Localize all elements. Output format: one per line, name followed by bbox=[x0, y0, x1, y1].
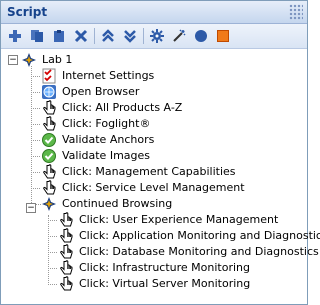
tree-item-label: Open Browser bbox=[62, 85, 140, 98]
panel-titlebar: Script bbox=[1, 1, 307, 24]
tree-item-label: Click: Application Monitoring and Diagno… bbox=[79, 229, 320, 242]
magic-wand-icon[interactable] bbox=[171, 28, 187, 44]
panel-title: Script bbox=[7, 5, 48, 19]
tree-item-label: Validate Anchors bbox=[62, 133, 155, 146]
tree-item[interactable]: Validate Images bbox=[41, 148, 151, 164]
tree-root-label: Lab 1 bbox=[42, 53, 73, 66]
hand-pointer-icon bbox=[60, 228, 73, 243]
validate-icon bbox=[42, 149, 56, 163]
stop-icon[interactable] bbox=[215, 28, 231, 44]
root-collapse-toggle[interactable]: − bbox=[8, 55, 18, 65]
checklist-icon bbox=[42, 68, 56, 84]
tree-root-lab[interactable]: Lab 1 bbox=[21, 52, 73, 68]
tree-item-label: Click: Foglight® bbox=[62, 117, 151, 130]
tree-item-label: Click: Infrastructure Monitoring bbox=[79, 261, 251, 274]
grip-icon[interactable] bbox=[289, 4, 303, 20]
delete-icon[interactable] bbox=[73, 28, 89, 44]
tree-item[interactable]: Open Browser bbox=[41, 84, 140, 100]
tree-item-label: Click: All Products A-Z bbox=[62, 101, 183, 114]
move-up-icon[interactable] bbox=[100, 28, 116, 44]
tree-item-label: Click: User Experience Management bbox=[79, 213, 279, 226]
tree-item[interactable]: Click: Virtual Server Monitoring bbox=[58, 276, 251, 292]
tree-item[interactable]: Click: Management Capabilities bbox=[41, 164, 237, 180]
hand-pointer-icon bbox=[43, 180, 56, 195]
hand-pointer-icon bbox=[60, 244, 73, 259]
tree-item[interactable]: Internet Settings bbox=[41, 68, 155, 84]
paste-icon[interactable] bbox=[51, 28, 67, 44]
record-icon[interactable] bbox=[193, 28, 209, 44]
settings-icon[interactable] bbox=[149, 28, 165, 44]
tree-item[interactable]: Click: All Products A-Z bbox=[41, 100, 183, 116]
tree-item-label: Validate Images bbox=[62, 149, 151, 162]
tree-item-label: Click: Virtual Server Monitoring bbox=[79, 277, 251, 290]
tree-item[interactable]: Click: User Experience Management bbox=[58, 212, 279, 228]
hand-pointer-icon bbox=[43, 116, 56, 131]
hand-pointer-icon bbox=[43, 100, 56, 115]
tree-item-label: Click: Database Monitoring and Diagnosti… bbox=[79, 245, 319, 258]
tree-item-label: Continued Browsing bbox=[62, 197, 173, 210]
copy-icon[interactable] bbox=[29, 28, 45, 44]
tree-group[interactable]: Continued Browsing bbox=[41, 196, 173, 212]
hand-pointer-icon bbox=[60, 212, 73, 227]
add-icon[interactable] bbox=[7, 28, 23, 44]
validate-icon bbox=[42, 133, 56, 147]
move-down-icon[interactable] bbox=[122, 28, 138, 44]
tree-item[interactable]: Click: Infrastructure Monitoring bbox=[58, 260, 251, 276]
script-tree: − Lab 1 Internet Settings Open Browser Cli… bbox=[1, 51, 320, 301]
tree-item-label: Internet Settings bbox=[62, 69, 155, 82]
globe-icon bbox=[42, 85, 56, 99]
script-panel: Script − Lab 1 Internet Settings Open Br… bbox=[0, 0, 320, 305]
tree-item[interactable]: Click: Application Monitoring and Diagno… bbox=[58, 228, 320, 244]
tree-item[interactable]: Validate Anchors bbox=[41, 132, 155, 148]
hand-pointer-icon bbox=[60, 276, 73, 291]
toolbar bbox=[1, 24, 307, 49]
tree-item-label: Click: Management Capabilities bbox=[62, 165, 236, 178]
tree-item[interactable]: Click: Foglight® bbox=[41, 116, 151, 132]
node-icon bbox=[22, 53, 36, 67]
hand-pointer-icon bbox=[43, 164, 56, 179]
hand-pointer-icon bbox=[60, 260, 73, 275]
tree-item[interactable]: Click: Database Monitoring and Diagnosti… bbox=[58, 244, 320, 260]
node-icon bbox=[42, 197, 56, 211]
tree-item-label: Click: Service Level Management bbox=[62, 181, 245, 194]
tree-item[interactable]: Click: Service Level Management bbox=[41, 180, 246, 196]
group-collapse-toggle[interactable]: − bbox=[26, 203, 36, 213]
